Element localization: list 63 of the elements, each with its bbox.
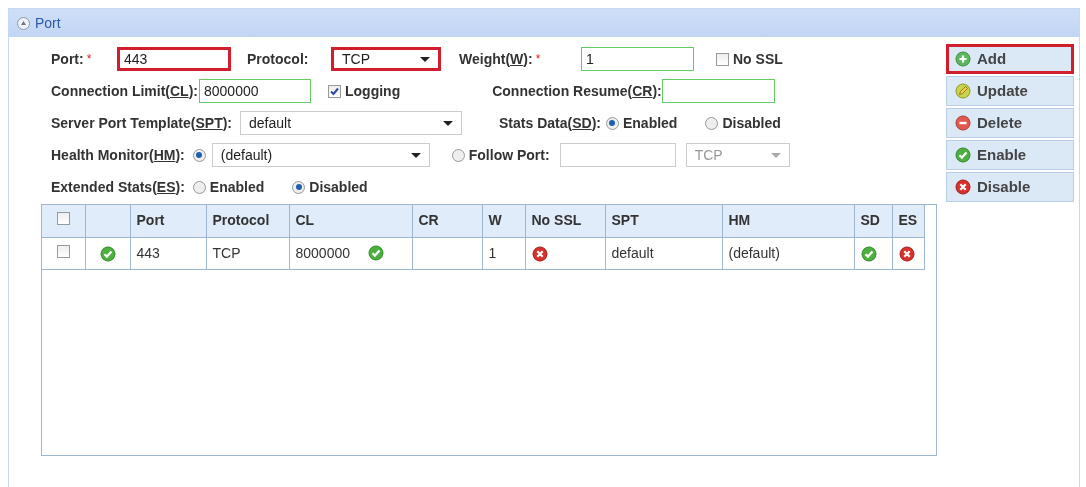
field-label: Port: <box>51 49 84 69</box>
radio-label[interactable]: Disabled <box>722 112 781 134</box>
radio-button[interactable] <box>192 180 206 194</box>
pencil-icon <box>955 83 971 99</box>
action-button[interactable]: Update <box>946 76 1074 106</box>
field-label: Weight(W): <box>459 49 533 69</box>
table-cell: 443 <box>136 244 160 261</box>
table-cell: 1 <box>488 244 497 261</box>
column-header[interactable]: W <box>482 205 525 237</box>
field-label: Server Port Template(SPT): <box>51 113 233 133</box>
collapse-icon[interactable] <box>17 17 30 31</box>
field-label: Protocol: <box>247 49 309 69</box>
field-label: Stats Data(SD): <box>499 113 601 133</box>
cross-icon <box>955 179 971 195</box>
column-header[interactable]: SD <box>854 205 892 237</box>
field-label: Connection Limit(CL): <box>51 81 198 101</box>
required-mark: * <box>86 51 92 68</box>
radio-label[interactable]: Follow Port: <box>468 144 550 166</box>
column-header[interactable]: SPT <box>605 205 722 237</box>
radio-label[interactable]: Enabled <box>622 112 678 134</box>
field-label: Connection Resume(CR): <box>492 81 662 101</box>
action-button[interactable]: Disable <box>946 172 1074 202</box>
table-cell: TCP <box>212 244 241 261</box>
column-header[interactable]: Protocol <box>206 205 289 237</box>
column-header[interactable]: CL <box>289 205 412 237</box>
table-cell: default <box>611 244 654 261</box>
action-button[interactable]: Add <box>946 44 1074 74</box>
checkbox[interactable]: No SSL <box>716 48 783 70</box>
column-header[interactable]: CR <box>412 205 482 237</box>
radio-button[interactable] <box>192 148 206 162</box>
input-field[interactable]: 8000000 <box>199 79 311 103</box>
required-mark: * <box>535 51 541 68</box>
add-icon <box>955 51 971 67</box>
panel-title: Port <box>35 13 61 33</box>
radio-label[interactable]: Enabled <box>209 176 265 198</box>
field-label: Health Monitor(HM): <box>51 145 185 165</box>
radio-button[interactable] <box>705 116 719 130</box>
column-header[interactable]: Port <box>130 205 206 237</box>
dropdown[interactable]: default <box>240 111 463 135</box>
check-icon <box>955 147 971 163</box>
dropdown[interactable]: TCP <box>331 47 441 71</box>
dropdown[interactable]: (default) <box>211 143 430 167</box>
column-header[interactable]: No SSL <box>525 205 605 237</box>
input-field[interactable]: 1 <box>581 47 694 71</box>
table-cell: (default) <box>728 244 780 261</box>
action-button[interactable]: Enable <box>946 140 1074 170</box>
input-field[interactable] <box>661 79 775 103</box>
column-header[interactable]: HM <box>722 205 854 237</box>
minus-icon <box>955 115 971 131</box>
radio-label[interactable]: Disabled <box>309 176 368 198</box>
checkmark-icon <box>329 85 340 97</box>
radio-button[interactable] <box>292 180 306 194</box>
column-header[interactable]: ES <box>892 205 924 237</box>
action-button[interactable]: Delete <box>946 108 1074 138</box>
input-field[interactable]: 443 <box>117 47 231 71</box>
field-label: Extended Stats(ES): <box>51 177 185 197</box>
table-cell: 8000000 <box>295 244 350 261</box>
checkbox[interactable] <box>56 212 70 226</box>
input-field[interactable] <box>559 143 676 167</box>
checkbox[interactable]: Logging <box>328 80 401 102</box>
checkbox[interactable] <box>56 244 70 258</box>
radio-button[interactable] <box>605 116 619 130</box>
radio-button[interactable] <box>451 148 465 162</box>
